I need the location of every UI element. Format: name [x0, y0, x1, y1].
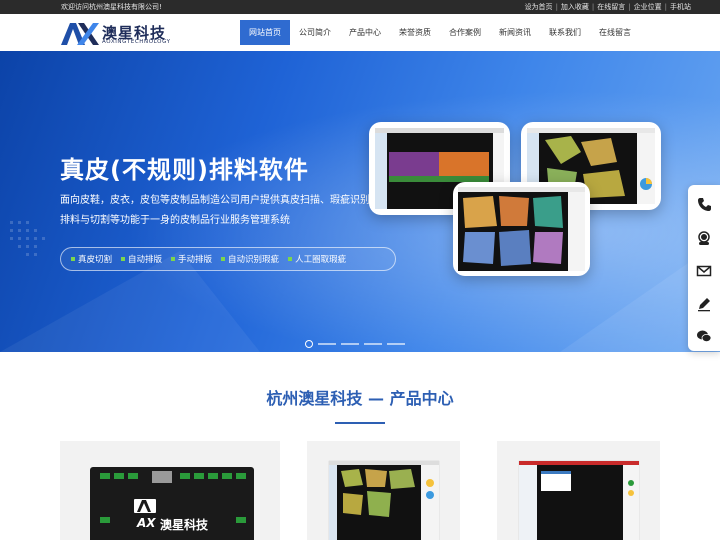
link-set-homepage[interactable]: 设为首页	[525, 0, 553, 14]
nav-company-profile[interactable]: 公司简介	[290, 20, 340, 45]
header: 澳星科技 AOXINGTECHNOLOGY 网站首页 公司简介 产品中心 荣誉资…	[0, 14, 720, 51]
nav-contact[interactable]: 联系我们	[540, 20, 590, 45]
carousel-dot-3[interactable]	[341, 343, 359, 345]
nav-honors[interactable]: 荣誉资质	[390, 20, 440, 45]
mail-icon[interactable]	[696, 263, 712, 279]
product-card-1[interactable]: AX 澳星科技	[60, 441, 280, 540]
nav-message[interactable]: 在线留言	[590, 20, 640, 45]
customer-service-icon[interactable]	[696, 230, 712, 246]
link-online-message[interactable]: 在线留言	[597, 0, 625, 14]
hero-banner[interactable]: 真皮(不规则)排料软件 面向皮鞋，皮衣，皮包等皮制品制造公司用户提供真皮扫描、瑕…	[0, 51, 720, 352]
layout-software-image	[328, 460, 440, 540]
nav-products[interactable]: 产品中心	[340, 20, 390, 45]
product-card-3[interactable]	[497, 441, 660, 540]
cutting-software-image	[518, 460, 640, 540]
main-nav: 网站首页 公司简介 产品中心 荣誉资质 合作案例 新闻资讯 联系我们 在线留言	[240, 20, 640, 45]
carousel-indicators	[305, 340, 405, 348]
link-mobile-site[interactable]: 手机站	[670, 0, 691, 14]
feature-tags: 真皮切割 自动排版 手动排版 自动识别瑕疵 人工圈取瑕疵	[60, 247, 396, 271]
edit-icon[interactable]	[696, 296, 712, 312]
tag-manual-layout: 手动排版	[171, 253, 212, 265]
nav-cases[interactable]: 合作案例	[440, 20, 490, 45]
product-card-2[interactable]	[307, 441, 460, 540]
board-logo-mark: AX	[137, 516, 156, 530]
nav-home[interactable]: 网站首页	[240, 20, 290, 45]
top-links: 设为首页 | 加入收藏 | 在线留言 | 企业位置 | 手机站	[525, 0, 691, 14]
wechat-icon[interactable]	[696, 328, 712, 344]
logo-mark-icon	[61, 23, 99, 45]
section-divider	[335, 422, 385, 424]
tag-auto-defect: 自动识别瑕疵	[221, 253, 279, 265]
floating-contact-bar	[688, 185, 720, 351]
link-add-favorite[interactable]: 加入收藏	[561, 0, 589, 14]
site-logo[interactable]: 澳星科技 AOXINGTECHNOLOGY	[61, 23, 201, 47]
carousel-dot-2[interactable]	[318, 343, 336, 345]
board-logo-text: 澳星科技	[160, 518, 209, 532]
logo-name-en: AOXINGTECHNOLOGY	[102, 39, 171, 45]
carousel-dot-1[interactable]	[305, 340, 313, 348]
banner-title: 真皮(不规则)排料软件	[60, 156, 309, 184]
tag-manual-defect: 人工圈取瑕疵	[288, 253, 346, 265]
phone-icon[interactable]	[696, 196, 712, 212]
carousel-dot-5[interactable]	[387, 343, 405, 345]
nav-news[interactable]: 新闻资讯	[490, 20, 540, 45]
section-title: 杭州澳星科技 — 产品中心	[266, 389, 454, 408]
banner-description: 面向皮鞋，皮衣，皮包等皮制品制造公司用户提供真皮扫描、瑕疵识别、排料与切割等功能…	[60, 195, 380, 226]
carousel-dot-4[interactable]	[364, 343, 382, 345]
software-screenshot-3	[453, 182, 590, 276]
top-bar: 欢迎访问杭州澳星科技有限公司! 设为首页 | 加入收藏 | 在线留言 | 企业位置 | …	[0, 0, 720, 14]
tag-leather-cutting: 真皮切割	[71, 253, 112, 265]
tag-auto-layout: 自动排版	[121, 253, 162, 265]
welcome-text: 欢迎访问杭州澳星科技有限公司!	[61, 3, 162, 11]
link-company-location[interactable]: 企业位置	[634, 0, 662, 14]
